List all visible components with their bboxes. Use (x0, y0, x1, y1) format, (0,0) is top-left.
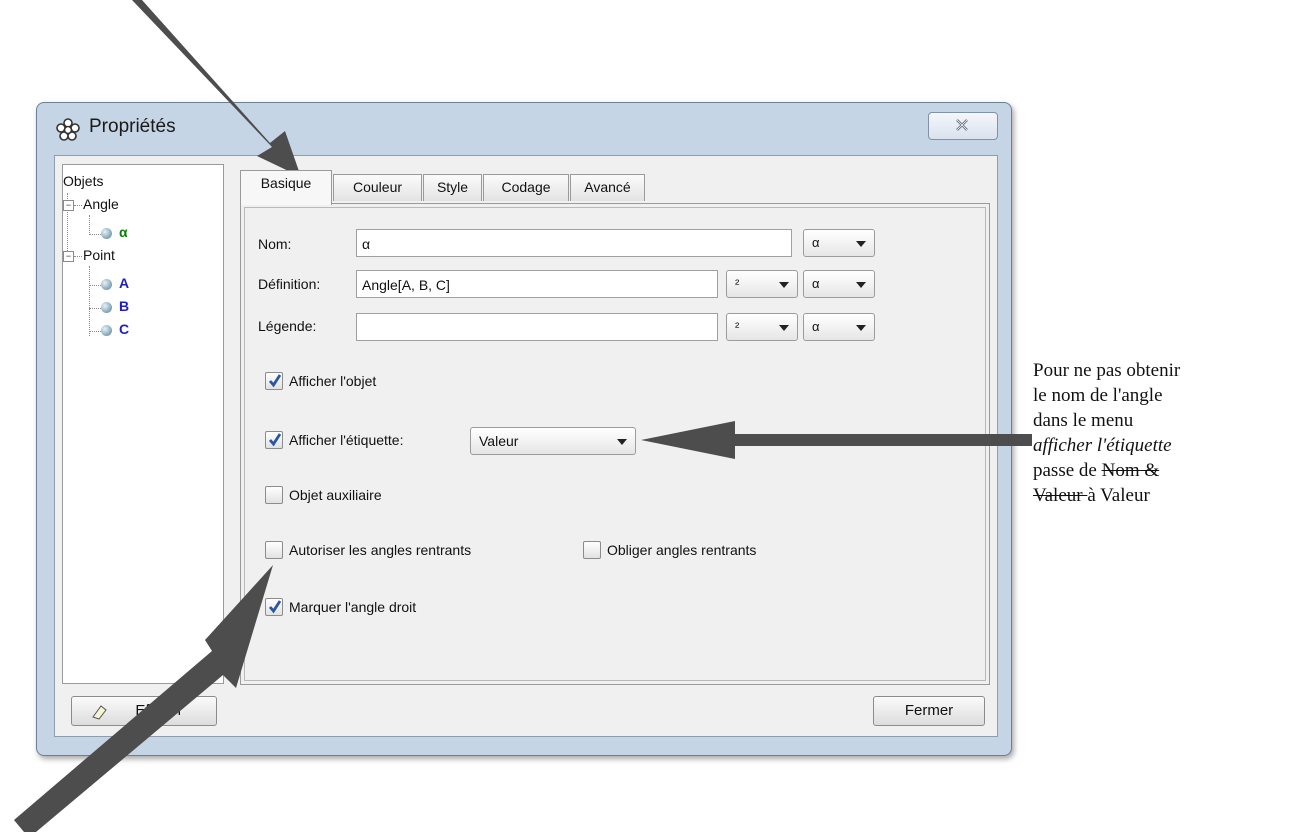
annotation-text: Pour ne pas obtenir le nom de l'angle da… (1033, 358, 1295, 508)
annotation-line6-struck: Valeur (1033, 485, 1088, 506)
annotation-line5-struck: Nom & (1101, 460, 1160, 481)
tab-basique[interactable]: Basique (240, 170, 332, 205)
annotation-line5-prefix: passe de (1033, 460, 1102, 481)
arrow-to-tab (132, 0, 301, 177)
arrow-to-label-mode (641, 421, 1032, 459)
annotation-line2: le nom de l'angle (1033, 385, 1163, 406)
annotation-line3: dans le menu (1033, 410, 1134, 431)
annotation-line6-suffix: à Valeur (1087, 485, 1150, 506)
annotation-line4: afficher l'étiquette (1033, 435, 1172, 456)
arrow-to-reflex-checkbox (14, 565, 273, 832)
annotation-line1: Pour ne pas obtenir (1033, 360, 1181, 381)
